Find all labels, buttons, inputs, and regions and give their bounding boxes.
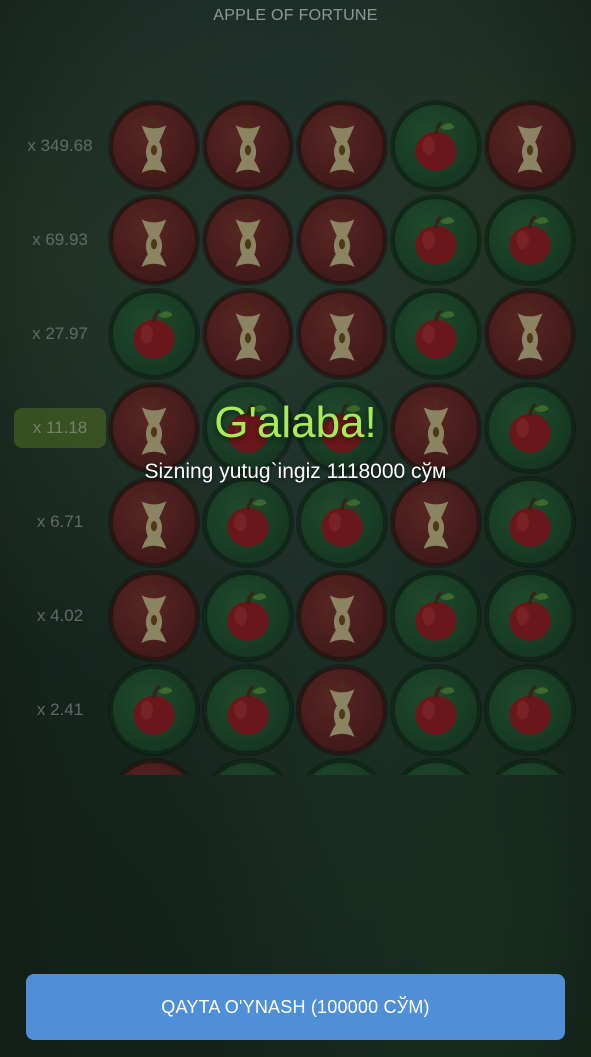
apple-tile[interactable] (204, 760, 292, 775)
red-apple-icon (405, 303, 467, 365)
apple-core-tile[interactable] (298, 666, 386, 754)
multiplier-label: x 349.68 (27, 136, 93, 155)
red-apple-icon (311, 773, 373, 775)
apple-tile[interactable] (298, 478, 386, 566)
apple-core-tile[interactable] (298, 572, 386, 660)
apple-tile[interactable] (392, 760, 480, 775)
red-apple-icon (499, 209, 561, 271)
red-apple-icon (217, 491, 279, 553)
apple-core-tile[interactable] (110, 760, 198, 775)
red-apple-icon (123, 679, 185, 741)
apple-core-icon (217, 115, 279, 177)
apple-tile[interactable] (486, 666, 574, 754)
apple-tile[interactable] (392, 102, 480, 190)
apple-core-icon (311, 303, 373, 365)
apple-core-icon (123, 115, 185, 177)
apple-core-icon (311, 209, 373, 271)
apple-core-icon (123, 491, 185, 553)
red-apple-icon (405, 585, 467, 647)
red-apple-icon (499, 679, 561, 741)
apple-core-tile[interactable] (392, 478, 480, 566)
apple-core-icon (217, 209, 279, 271)
apple-tile[interactable] (392, 290, 480, 378)
red-apple-icon (405, 115, 467, 177)
red-apple-icon (499, 773, 561, 775)
multiplier-label: x 4.02 (36, 606, 84, 625)
apple-core-tile[interactable] (110, 572, 198, 660)
red-apple-icon (405, 209, 467, 271)
win-title: G'alaba! (214, 398, 377, 447)
apple-core-icon (311, 679, 373, 741)
red-apple-icon (217, 585, 279, 647)
apple-tile[interactable] (486, 760, 574, 775)
apple-core-tile[interactable] (110, 478, 198, 566)
red-apple-icon (499, 491, 561, 553)
multiplier-label: x 6.71 (36, 512, 84, 531)
apple-tile[interactable] (486, 196, 574, 284)
apple-tile[interactable] (486, 478, 574, 566)
apple-tile[interactable] (204, 478, 292, 566)
apple-tile[interactable] (298, 760, 386, 775)
apple-core-icon (217, 303, 279, 365)
red-apple-icon (311, 491, 373, 553)
apple-core-icon (311, 585, 373, 647)
apple-core-icon (499, 115, 561, 177)
win-amount-text: Sizning yutug`ingiz 1118000 сўм (144, 460, 447, 483)
red-apple-icon (405, 679, 467, 741)
multiplier-label: x 27.97 (32, 324, 88, 343)
apple-core-icon (499, 303, 561, 365)
apple-core-tile[interactable] (110, 102, 198, 190)
apple-core-tile[interactable] (110, 196, 198, 284)
game-title: APPLE OF FORTUNE (213, 7, 378, 24)
apple-core-icon (123, 209, 185, 271)
play-again-button[interactable]: QAYTA O'YNASH (100000 СЎМ) (26, 974, 565, 1040)
apple-tile[interactable] (204, 572, 292, 660)
red-apple-icon (217, 679, 279, 741)
apple-tile[interactable] (392, 666, 480, 754)
red-apple-icon (217, 773, 279, 775)
apple-core-tile[interactable] (298, 290, 386, 378)
apple-tile[interactable] (110, 290, 198, 378)
apple-core-tile[interactable] (298, 102, 386, 190)
apple-core-icon (123, 585, 185, 647)
red-apple-icon (405, 773, 467, 775)
red-apple-icon (499, 585, 561, 647)
apple-core-icon (311, 115, 373, 177)
apple-core-tile[interactable] (486, 102, 574, 190)
apple-tile[interactable] (204, 666, 292, 754)
apple-core-tile[interactable] (204, 290, 292, 378)
top-bar: APPLE OF FORTUNE (0, 0, 591, 32)
apple-tile[interactable] (392, 572, 480, 660)
apple-core-icon (123, 773, 185, 775)
multiplier-label: x 69.93 (32, 230, 88, 249)
apple-tile[interactable] (392, 196, 480, 284)
apple-core-tile[interactable] (204, 196, 292, 284)
apple-core-tile[interactable] (204, 102, 292, 190)
apple-tile[interactable] (110, 666, 198, 754)
result-panel: G'alaba! Sizning yutug`ingiz 1118000 сўм (0, 398, 591, 484)
apple-core-icon (405, 491, 467, 553)
apple-core-tile[interactable] (486, 290, 574, 378)
red-apple-icon (123, 303, 185, 365)
apple-tile[interactable] (486, 572, 574, 660)
apple-core-tile[interactable] (298, 196, 386, 284)
multiplier-label: x 2.41 (36, 700, 84, 719)
